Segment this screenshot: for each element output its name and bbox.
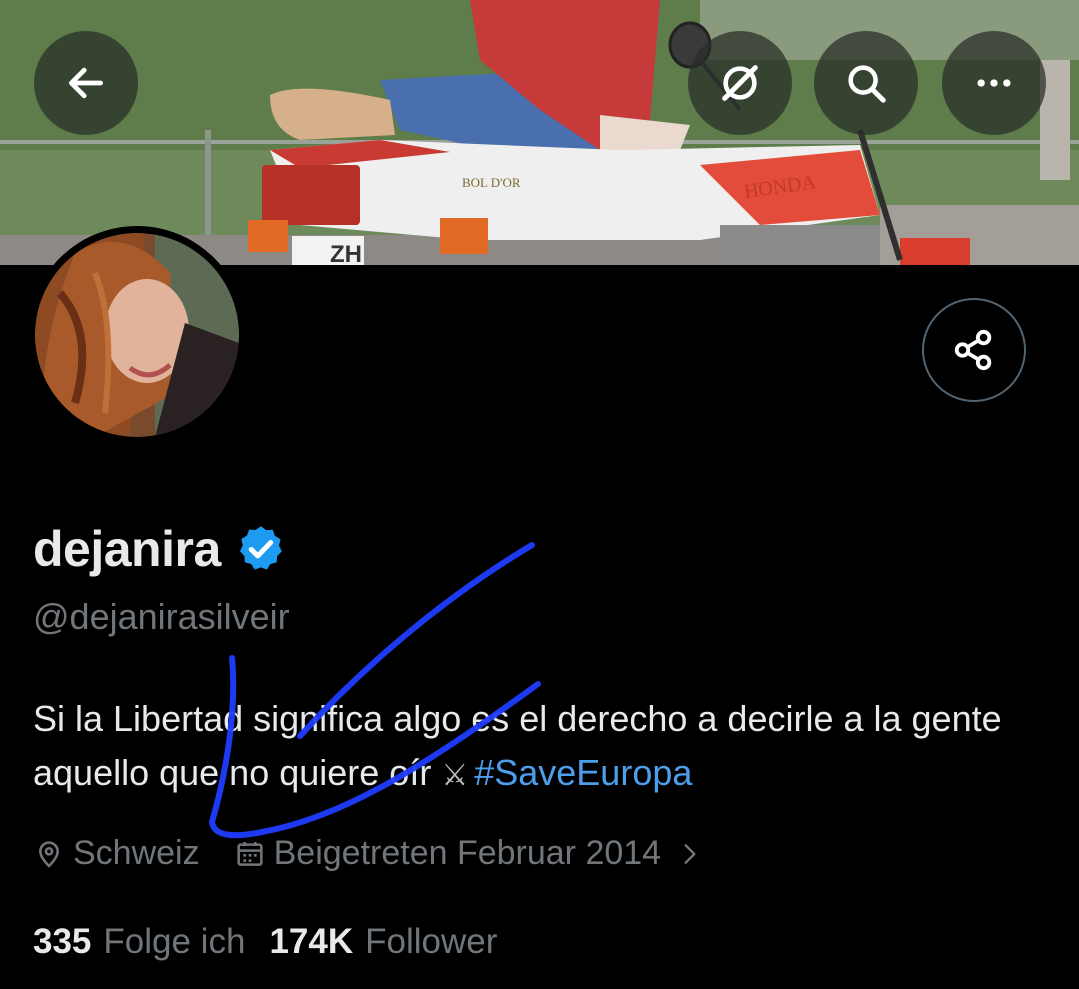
share-button[interactable] xyxy=(922,298,1026,402)
follow-stats: 335 Folge ich 174K Follower xyxy=(33,922,497,962)
banner-model-decal: BOL D'OR xyxy=(462,175,521,190)
handle: @dejanirasilveir xyxy=(33,596,290,637)
more-horizontal-icon xyxy=(977,79,1011,87)
calendar-icon xyxy=(237,841,263,866)
share-icon xyxy=(954,329,992,371)
hashtag-link[interactable]: #SaveEuropa xyxy=(474,752,692,793)
profile-name-row: dejanira xyxy=(33,520,287,578)
following-label: Folge ich xyxy=(103,922,246,961)
location-text: Schweiz xyxy=(73,834,200,872)
profile-meta: Schweiz Beigetreten Februar 2014 xyxy=(33,834,703,873)
back-button[interactable] xyxy=(34,31,138,135)
avatar[interactable] xyxy=(28,226,246,444)
followers-link[interactable]: 174K Follower xyxy=(269,922,497,962)
location: Schweiz xyxy=(33,834,200,873)
location-pin-icon xyxy=(39,840,59,868)
swords-emoji: ⚔ xyxy=(441,759,469,792)
search-icon xyxy=(848,65,886,103)
followers-label: Follower xyxy=(365,922,498,961)
joined-text: Beigetreten Februar 2014 xyxy=(273,834,662,872)
joined-date[interactable]: Beigetreten Februar 2014 xyxy=(234,834,703,873)
following-count: 335 xyxy=(33,922,92,961)
followers-count: 174K xyxy=(269,922,354,961)
display-name: dejanira xyxy=(33,521,221,577)
arrow-left-icon xyxy=(68,67,104,99)
chevron-right-icon xyxy=(684,843,696,864)
verified-badge-icon[interactable] xyxy=(235,523,287,575)
banner-plate: ZH xyxy=(330,241,362,265)
search-button[interactable] xyxy=(814,31,918,135)
bio: Si la Libertad significa algo es el dere… xyxy=(33,692,1043,803)
following-link[interactable]: 335 Folge ich xyxy=(33,922,245,962)
profile-banner[interactable]: ZH HONDA BOL D'OR xyxy=(0,0,1079,265)
more-button[interactable] xyxy=(942,31,1046,135)
grok-icon xyxy=(722,65,758,101)
grok-button[interactable] xyxy=(688,31,792,135)
